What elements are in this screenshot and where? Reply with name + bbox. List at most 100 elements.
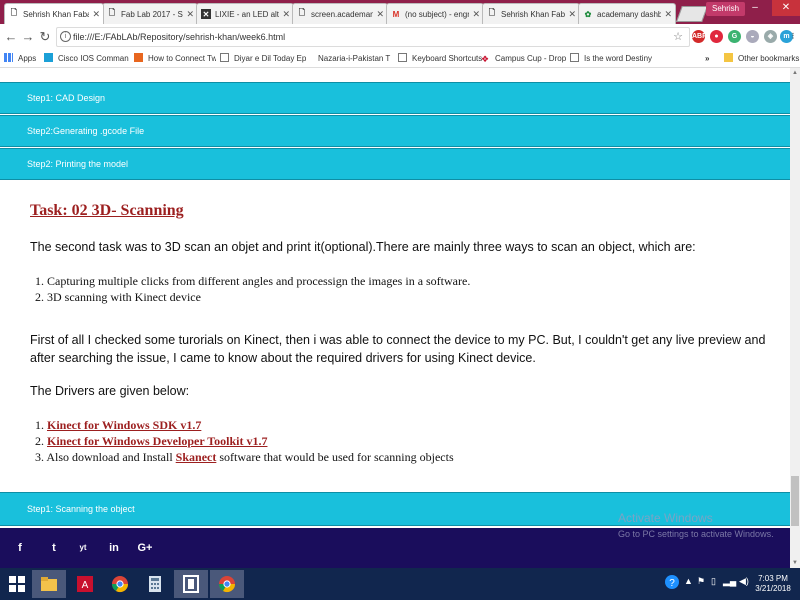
clock-date: 3/21/2018 [755, 584, 791, 593]
tab-title: Fab Lab 2017 - Sch [121, 9, 183, 19]
tab-lixie[interactable]: ✕ LIXIE - an LED alter ✕ [196, 3, 294, 24]
reload-icon[interactable]: ↻ [37, 29, 53, 45]
info-icon[interactable]: i [60, 31, 71, 42]
list-item: 2. 3D scanning with Kinect device [35, 290, 201, 304]
list-item: 2. Kinect for Windows Developer Toolkit … [35, 434, 268, 448]
close-tab-icon[interactable]: ✕ [472, 9, 480, 20]
help-icon[interactable]: ? [664, 574, 680, 592]
page-icon [220, 53, 229, 62]
menu-kebab-icon[interactable]: ⋮ [788, 30, 798, 43]
extension-icon[interactable]: ● [710, 30, 723, 43]
more-bookmarks-chevron[interactable]: » [705, 53, 709, 65]
bookmark-nazaria[interactable]: Nazaria-i-Pakistan T [318, 53, 394, 65]
bookmark-other[interactable]: Other bookmarks [724, 53, 799, 65]
new-tab-button[interactable] [676, 6, 708, 22]
page-scrollbar[interactable]: ▲ ▼ [790, 68, 800, 568]
bookmark-label: Other bookmarks [738, 54, 800, 63]
list-item-text: Capturing multiple clicks from different… [47, 274, 471, 288]
kinect-toolkit-link[interactable]: Kinect for Windows Developer Toolkit v1.… [47, 434, 267, 448]
tab-title: Sehrish Khan Fabac [23, 9, 90, 19]
scroll-down-icon[interactable]: ▼ [790, 558, 800, 568]
list-item: 1. Capturing multiple clicks from differ… [35, 274, 471, 288]
bookmark-label: Nazaria-i-Pakistan T [318, 54, 391, 63]
step-generating-gcode-bar[interactable]: Step2:Generating .gcode File [0, 115, 790, 147]
close-tab-icon[interactable]: ✕ [664, 9, 672, 20]
volume-icon[interactable]: ◀) [739, 576, 749, 587]
tab-fab-lab-2017[interactable]: 🗋 Fab Lab 2017 - Sch ✕ [102, 3, 198, 24]
browser-toolbar: ← → ↻ i file:///E:/FAbLAb/Repository/seh… [0, 24, 800, 50]
minimize-icon[interactable]: – [744, 0, 766, 16]
tab-sehrish-khan-fabacademy-1[interactable]: 🗋 Sehrish Khan Fabac ✕ [4, 3, 104, 24]
grammarly-extension-icon[interactable]: G [728, 30, 741, 43]
google-plus-icon[interactable]: G+ [134, 537, 156, 559]
task-title: Task: 02 3D- Scanning [30, 202, 184, 219]
taskbar-chrome-active[interactable] [210, 570, 244, 598]
battery-icon[interactable]: ▯ [711, 576, 716, 587]
list-item: 1. Kinect for Windows SDK v1.7 [35, 418, 202, 432]
start-button[interactable] [0, 570, 34, 598]
bookmark-label: Campus Cup - Drop [495, 54, 567, 63]
extension-icon[interactable]: ◒ [746, 30, 759, 43]
tab-sehrish-khan-fabacademy-2[interactable]: 🗋 Sehrish Khan Fabac ✕ [482, 3, 580, 24]
bookmark-star-icon[interactable]: ☆ [673, 28, 683, 46]
address-bar[interactable]: i file:///E:/FAbLAb/Repository/sehrish-k… [56, 27, 690, 47]
page-icon: 🗋 [298, 8, 306, 17]
svg-text:A: A [82, 580, 89, 591]
bookmark-label: Apps [18, 54, 37, 63]
show-hidden-icons-chevron[interactable]: ▲ [684, 576, 693, 586]
taskbar-calculator[interactable] [138, 570, 172, 598]
profile-button[interactable]: Sehrish [706, 2, 746, 16]
facebook-icon[interactable]: f [9, 537, 31, 559]
taskbar-clock[interactable]: 7:03 PM 3/21/2018 [750, 574, 796, 594]
bookmark-label: Is the word Destiny [584, 54, 653, 63]
tab-title: Sehrish Khan Fabac [501, 9, 566, 19]
taskbar-app-window[interactable] [174, 570, 208, 598]
bookmark-apps[interactable]: Apps [4, 53, 36, 65]
bookmark-diyar-e-dil[interactable]: Diyar e Dil Today Ep [220, 53, 306, 65]
calculator-icon [149, 576, 161, 592]
linkedin-icon[interactable]: in [103, 537, 125, 559]
scrollbar-thumb[interactable] [791, 476, 799, 526]
tab-title: LIXIE - an LED alter [215, 9, 280, 19]
bookmark-campus-cup[interactable]: ❖ Campus Cup - Drop [481, 53, 569, 65]
taskbar-chrome[interactable] [103, 570, 137, 598]
forward-arrow-icon[interactable]: → [20, 29, 36, 45]
close-tab-icon[interactable]: ✕ [568, 9, 576, 20]
kinect-sdk-link[interactable]: Kinect for Windows SDK v1.7 [47, 418, 201, 432]
step-printing-model-bar[interactable]: Step2: Printing the model [0, 148, 790, 180]
tab-gmail[interactable]: M (no subject) - engr ✕ [386, 3, 484, 24]
drivers-list: 1. Kinect for Windows SDK v1.7 2. Kinect… [35, 417, 454, 465]
tab-screen-academany[interactable]: 🗋 screen.academany.o ✕ [292, 3, 388, 24]
bookmark-keyboard-shortcuts[interactable]: Keyboard Shortcuts [398, 53, 482, 65]
close-window-icon[interactable]: ✕ [772, 0, 800, 16]
bookmark-how-to-connect[interactable]: How to Connect Tw [134, 53, 216, 65]
list-item-text: 3D scanning with Kinect device [47, 290, 201, 304]
adblock-extension-icon[interactable]: ABP [692, 30, 707, 43]
twitter-icon[interactable]: t [43, 537, 65, 559]
step-cad-design-bar[interactable]: Step1: CAD Design [0, 82, 790, 114]
tab-title: screen.academany.o [311, 9, 373, 19]
youtube-icon[interactable]: yt [72, 537, 94, 559]
close-tab-icon[interactable]: ✕ [92, 9, 100, 20]
site-icon [134, 53, 143, 62]
close-tab-icon[interactable]: ✕ [282, 9, 290, 20]
flag-icon[interactable]: ⚑ [697, 576, 705, 587]
campus-cup-icon: ❖ [481, 54, 490, 64]
drivers-heading: The Drivers are given below: [30, 384, 190, 398]
chrome-icon [218, 576, 236, 593]
tab-academany-dashboard[interactable]: ✿ academany dashbo ✕ [578, 3, 676, 24]
scroll-up-icon[interactable]: ▲ [790, 68, 800, 78]
extension-icon[interactable]: ◈ [764, 30, 777, 43]
close-tab-icon[interactable]: ✕ [186, 9, 194, 20]
taskbar-file-explorer[interactable] [32, 570, 66, 598]
bookmark-cisco[interactable]: Cisco IOS Comman [44, 53, 130, 65]
bookmark-label: Cisco IOS Comman [58, 54, 129, 63]
taskbar-acrobat[interactable]: A [68, 570, 102, 598]
skanect-link[interactable]: Skanect [176, 450, 217, 464]
close-tab-icon[interactable]: ✕ [376, 9, 384, 20]
page-content: Step1: CAD Design Step2:Generating .gcod… [0, 68, 790, 568]
bookmark-destiny[interactable]: Is the word Destiny [570, 53, 656, 65]
back-arrow-icon[interactable]: ← [3, 29, 19, 45]
network-signal-icon[interactable]: ▂▄ [723, 576, 736, 587]
cisco-icon [44, 53, 53, 62]
